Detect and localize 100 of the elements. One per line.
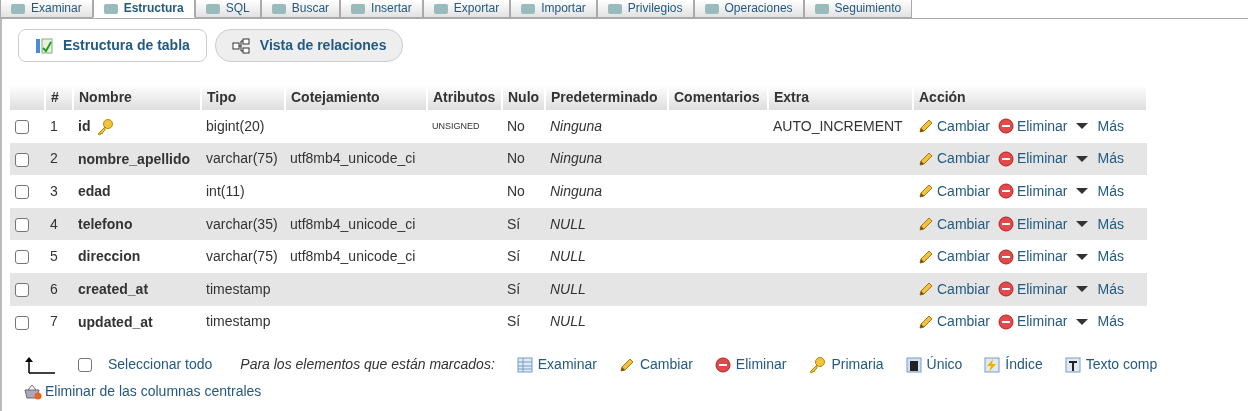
action-link[interactable]: Más [1075, 115, 1124, 137]
row-checkbox[interactable] [15, 152, 29, 167]
table-cell: No [507, 183, 525, 199]
bulk-action-link[interactable]: Único [905, 354, 963, 376]
bulk-action-link[interactable]: Eliminar [714, 354, 787, 376]
tab[interactable]: Privilegios [596, 0, 694, 18]
delete-icon [997, 313, 1014, 330]
column-header: Acción [913, 85, 1147, 110]
column-header: # [45, 85, 73, 110]
delete-icon [997, 281, 1014, 298]
tab[interactable]: Operaciones [693, 0, 804, 18]
tab[interactable]: Exportar [422, 0, 511, 18]
action-link[interactable]: Eliminar [997, 213, 1068, 235]
table-cell: utf8mb4_unicode_ci [290, 150, 416, 167]
column-name: updated_at [78, 313, 153, 330]
caret-icon [1075, 252, 1090, 261]
table-cell: NULL [550, 215, 586, 232]
column-name: telefono [78, 215, 133, 232]
central-columns-link[interactable]: Eliminar de las columnas centrales [24, 381, 262, 403]
action-link[interactable]: Más [1075, 148, 1124, 170]
column-name: nombre_apellido [78, 150, 191, 167]
table-cell: NULL [550, 280, 586, 297]
table-cell: No [507, 150, 525, 167]
column-header: Nulo [502, 85, 545, 110]
tab[interactable]: Insertar [340, 0, 423, 18]
caret-icon [1075, 317, 1090, 326]
table-cell: Sí [507, 248, 521, 265]
action-link[interactable]: Eliminar [997, 115, 1068, 137]
action-link[interactable]: Más [1075, 213, 1124, 235]
text-icon [1064, 356, 1081, 373]
table-cell: 5 [45, 240, 73, 273]
tab[interactable]: SQL [194, 0, 261, 18]
row-checkbox[interactable] [15, 283, 29, 298]
table-cell: utf8mb4_unicode_ci [290, 215, 416, 232]
table-cell: Sí [507, 313, 521, 330]
column-name: id [78, 118, 91, 134]
action-link[interactable]: Más [1075, 278, 1124, 300]
select-all-link[interactable]: Seleccionar todo [108, 354, 213, 376]
table-cell: 1 [45, 110, 73, 143]
arrow-icon [24, 355, 56, 374]
select-all-checkbox[interactable] [78, 357, 92, 372]
tab[interactable]: Buscar [260, 0, 341, 18]
row-checkbox[interactable] [15, 217, 29, 232]
action-link[interactable]: Más [1075, 181, 1124, 202]
action-link[interactable]: Eliminar [997, 278, 1068, 300]
bulk-action-link[interactable]: Texto comp [1064, 354, 1158, 376]
tab[interactable]: Estructura [92, 0, 195, 18]
action-link[interactable]: Cambiar [918, 278, 990, 300]
pencil-icon [918, 216, 934, 233]
table-cell: Sí [507, 280, 521, 297]
table-cell: Ninguna [550, 117, 603, 134]
bulk-action-link[interactable]: Primaria [808, 354, 884, 376]
pencil-icon [918, 118, 934, 135]
bulk-action-link[interactable]: Cambiar [618, 354, 693, 376]
action-link[interactable]: Cambiar [918, 115, 990, 137]
tab[interactable]: Seguimiento [803, 0, 913, 18]
delete-icon [714, 356, 731, 373]
bulk-action-link[interactable]: Examinar [516, 354, 597, 376]
bulk-action-link[interactable]: Índice [984, 354, 1043, 376]
row-checkbox[interactable] [15, 185, 29, 200]
caret-icon [1075, 187, 1090, 196]
row-checkbox[interactable] [15, 315, 29, 330]
row-checkbox[interactable] [15, 250, 29, 265]
marked-label: Para los elementos que están marcados: [240, 355, 495, 375]
table-icon [516, 356, 533, 373]
subnav-tab[interactable]: Estructura de tabla [18, 29, 207, 62]
delete-icon [997, 183, 1014, 200]
column-name: edad [78, 183, 111, 200]
action-link[interactable]: Cambiar [918, 148, 990, 170]
tab[interactable]: Examinar [0, 0, 93, 18]
action-link[interactable]: Más [1075, 311, 1124, 333]
table-cell: 3 [45, 175, 73, 208]
table-cell: 6 [45, 272, 73, 306]
delete-icon [997, 248, 1014, 265]
table-structure-icon [35, 37, 53, 54]
caret-icon [1075, 285, 1090, 294]
caret-icon [1075, 122, 1090, 131]
pencil-icon [918, 281, 934, 298]
action-link[interactable]: Cambiar [918, 213, 990, 235]
tab[interactable]: Importar [510, 0, 597, 18]
table-cell: AUTO_INCREMENT [773, 117, 903, 134]
column-name: created_at [78, 280, 149, 297]
pencil-icon [918, 248, 934, 265]
table-cell: varchar(35) [206, 215, 278, 232]
action-link[interactable]: Eliminar [997, 311, 1068, 333]
row-checkbox[interactable] [15, 120, 29, 135]
pencil-icon [918, 313, 934, 330]
action-link[interactable]: Cambiar [918, 311, 990, 333]
action-link[interactable]: Más [1075, 246, 1124, 268]
action-link[interactable]: Eliminar [997, 148, 1068, 170]
caret-icon [1075, 154, 1090, 163]
table-cell: 4 [45, 207, 73, 241]
action-link[interactable]: Cambiar [918, 246, 990, 268]
action-link[interactable]: Eliminar [997, 246, 1068, 268]
table-cell: int(11) [206, 183, 245, 199]
action-link[interactable]: Cambiar [918, 181, 990, 202]
table-cell: timestamp [206, 280, 271, 297]
subnav-tab[interactable]: Vista de relaciones [214, 29, 404, 62]
column-header: Comentarios [668, 85, 768, 110]
action-link[interactable]: Eliminar [997, 181, 1068, 202]
